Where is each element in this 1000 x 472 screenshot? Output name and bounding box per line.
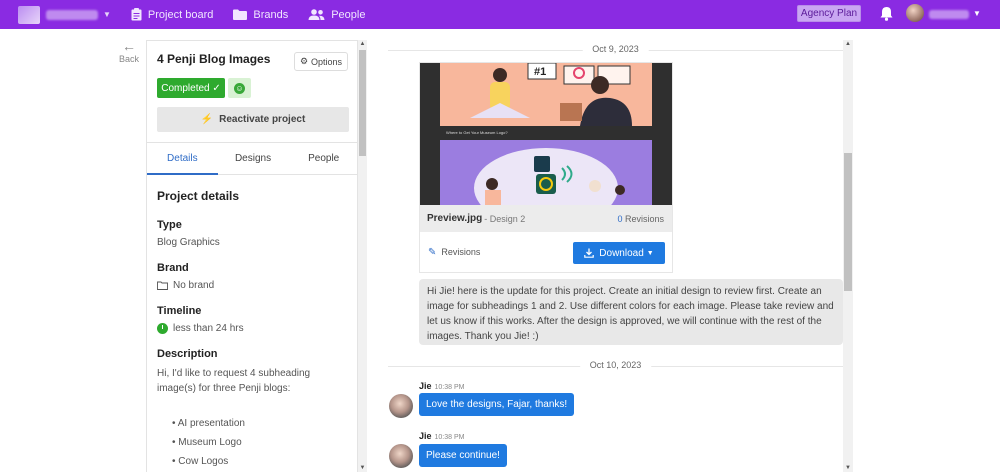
arrow-left-icon: ← — [122, 38, 136, 54]
date-label: Oct 9, 2023 — [582, 44, 649, 54]
message-bubble-sent: Please continue! — [419, 444, 507, 467]
illustration-bottom — [440, 140, 652, 205]
tab-designs[interactable]: Designs — [218, 143, 289, 174]
back-label: Back — [118, 54, 139, 64]
sidebar-scrollbar[interactable]: ▲ ▼ — [358, 40, 367, 472]
options-button[interactable]: ⚙ Options — [294, 52, 348, 71]
project-details: Project details Type Blog Graphics Brand… — [157, 189, 347, 472]
brand-value: No brand — [173, 280, 215, 291]
workspace-switcher[interactable]: ▼ — [18, 5, 111, 24]
type-label: Type — [157, 219, 182, 231]
nav-project-board[interactable]: Project board — [131, 8, 213, 21]
chat-thread: Oct 9, 2023 #1 Where to Get Your Museum … — [388, 40, 843, 472]
nav-brands-label: Brands — [253, 8, 289, 21]
design-preview-card: #1 Where to Get Your Museum Logo? Previe… — [419, 62, 673, 273]
people-icon — [308, 9, 325, 20]
top-navbar: ▼ Project board Brands People Agency Pla… — [0, 0, 1000, 29]
pencil-icon: ✎ — [428, 246, 437, 258]
scrollbar-thumb[interactable] — [359, 50, 366, 156]
bell-icon[interactable] — [880, 6, 893, 21]
caret-down-icon: ▼ — [646, 249, 654, 257]
smile-icon: ☺ — [234, 82, 245, 94]
project-sidebar: 4 Penji Blog Images ⚙ Options Completed … — [146, 40, 358, 472]
nav-people-label: People — [331, 8, 366, 21]
message-time: 10:38 PM — [434, 384, 465, 391]
workspace-logo — [18, 5, 40, 24]
date-divider: Oct 10, 2023 — [388, 360, 843, 372]
satisfaction-badge: ☺ — [228, 78, 251, 98]
gear-icon: ⚙ — [299, 56, 309, 66]
revisions-count-word: Revisions — [624, 213, 664, 224]
options-label: Options — [311, 56, 343, 67]
user-name-blurred[interactable] — [929, 10, 969, 19]
agency-plan-button[interactable]: Agency Plan — [797, 5, 861, 22]
type-value: Blog Graphics — [157, 237, 220, 248]
file-name[interactable]: Preview.jpg — [427, 213, 482, 224]
sender-name: Jie — [419, 431, 432, 441]
description-bullet: • Museum Logo — [172, 437, 242, 448]
image-caption: Where to Get Your Museum Logo? — [446, 130, 508, 135]
description-bullet: • Cow Logos — [172, 456, 229, 467]
scroll-down-icon[interactable]: ▼ — [358, 465, 367, 471]
avatar[interactable] — [389, 444, 413, 468]
brand-value-row: No brand — [157, 280, 347, 291]
chevron-down-icon: ▼ — [103, 10, 111, 19]
section-title: Project details — [157, 189, 240, 203]
timeline-label: Timeline — [157, 305, 202, 317]
folder-icon — [233, 9, 248, 20]
tab-people[interactable]: People — [288, 143, 357, 174]
back-button[interactable]: ← Back — [118, 38, 140, 64]
tab-details[interactable]: Details — [147, 143, 218, 175]
message-bubble-sent: Love the designs, Fajar, thanks! — [419, 393, 575, 416]
chat-scrollbar[interactable]: ▲ ▼ — [843, 40, 853, 472]
message-sender: Jie 10:38 PM — [419, 431, 464, 441]
description-text: Hi, I'd like to request 4 subheading ima… — [157, 368, 311, 394]
message-time: 10:38 PM — [434, 434, 465, 441]
download-label: Download — [599, 247, 644, 259]
sender-name: Jie — [419, 381, 432, 391]
project-title: 4 Penji Blog Images — [157, 52, 271, 66]
design-number: - Design 2 — [484, 213, 526, 224]
revisions-link[interactable]: ✎ Revisions — [428, 247, 480, 258]
revisions-count-number: 0 — [617, 213, 623, 224]
revisions-link-label: Revisions — [441, 247, 481, 257]
clock-icon — [157, 323, 168, 334]
timeline-value-row: less than 24 hrs — [157, 323, 347, 334]
date-divider: Oct 9, 2023 — [388, 44, 843, 56]
clipboard-icon — [131, 8, 142, 21]
project-tabs: Details Designs People — [147, 142, 357, 175]
reactivate-label: Reactivate project — [219, 114, 306, 125]
download-button[interactable]: Download ▼ — [573, 242, 665, 264]
reactivate-project-button[interactable]: ⚡ Reactivate project — [157, 107, 349, 132]
card-actions: ✎ Revisions Download ▼ — [420, 232, 672, 272]
date-label: Oct 10, 2023 — [579, 360, 652, 370]
user-avatar[interactable] — [906, 4, 924, 22]
revisions-count: 0 Revisions — [617, 214, 664, 224]
scrollbar-thumb[interactable] — [844, 153, 852, 291]
scroll-up-icon[interactable]: ▲ — [843, 41, 853, 47]
illustration-top: #1 — [440, 63, 652, 126]
message-sender: Jie 10:38 PM — [419, 381, 464, 391]
nav-people[interactable]: People — [308, 9, 365, 21]
brand-label: Brand — [157, 262, 189, 274]
chevron-down-icon[interactable]: ▼ — [973, 9, 981, 18]
scroll-up-icon[interactable]: ▲ — [358, 41, 367, 47]
message-bubble-received: Hi Jie! here is the update for this proj… — [419, 279, 843, 345]
workspace-name-blurred — [46, 9, 98, 20]
description-label: Description — [157, 348, 218, 360]
nav-brands[interactable]: Brands — [233, 9, 288, 21]
nav-project-board-label: Project board — [147, 8, 214, 21]
description-bullet: • AI presentation — [172, 418, 245, 429]
timeline-value: less than 24 hrs — [173, 323, 244, 334]
svg-text:#1: #1 — [534, 66, 546, 78]
file-info-bar: Preview.jpg - Design 2 0 Revisions — [420, 205, 672, 232]
design-preview-image[interactable]: #1 Where to Get Your Museum Logo? — [420, 63, 672, 205]
folder-icon — [157, 281, 168, 290]
avatar[interactable] — [389, 394, 413, 418]
scroll-down-icon[interactable]: ▼ — [843, 465, 853, 471]
status-badge: Completed ✓ — [157, 78, 225, 98]
download-icon — [584, 248, 595, 258]
lightning-icon: ⚡ — [200, 114, 214, 125]
